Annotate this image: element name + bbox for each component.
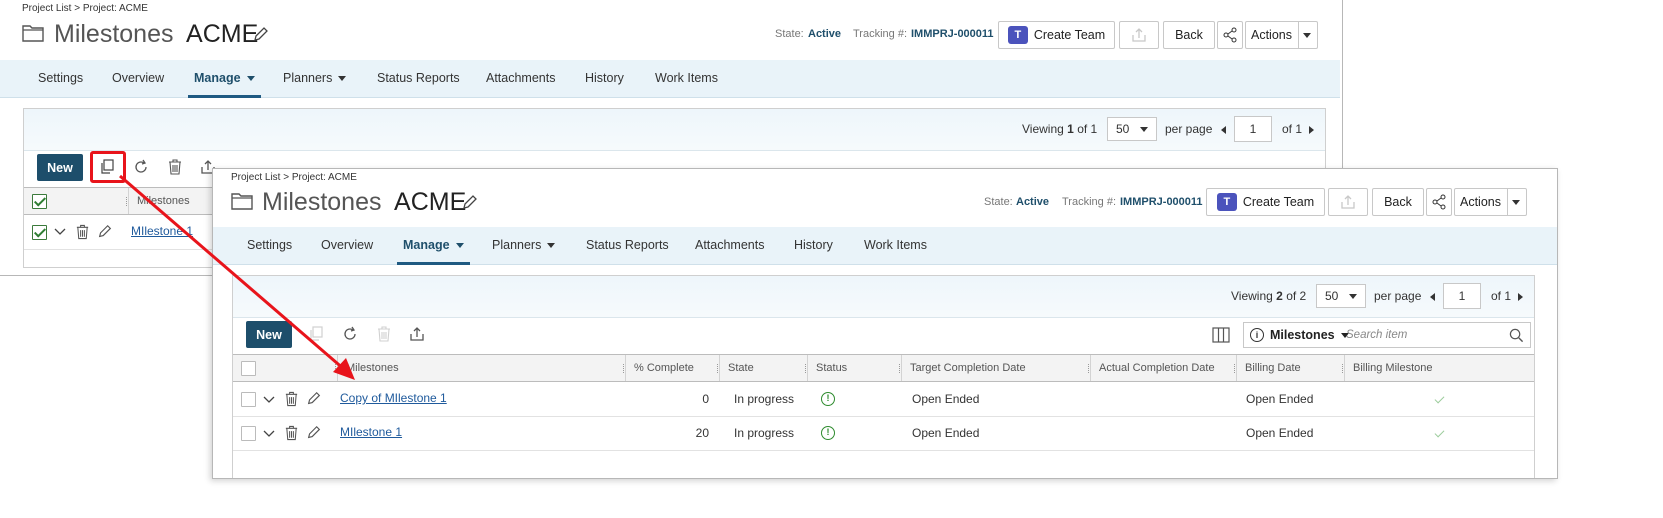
annotation-arrow bbox=[119, 174, 355, 380]
